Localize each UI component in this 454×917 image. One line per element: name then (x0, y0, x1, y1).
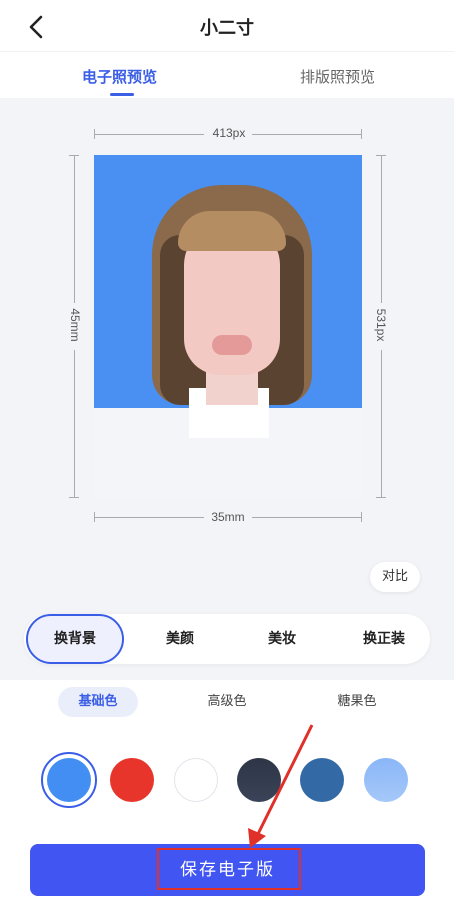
compare-button[interactable]: 对比 (370, 562, 420, 592)
tab-advanced-colors[interactable]: 高级色 (187, 687, 267, 717)
swatch-light-blue[interactable] (364, 758, 408, 802)
edit-tool-bar: 换背景 美颜 美妆 换正装 (24, 614, 430, 664)
dim-tick (361, 512, 362, 522)
width-px-label: 413px (212, 126, 246, 140)
tool-makeup[interactable]: 美妆 (242, 614, 322, 664)
dim-tick (361, 129, 362, 139)
dim-line (74, 350, 75, 498)
width-mm-label: 35mm (211, 510, 245, 524)
tab-electronic-preview[interactable]: 电子照预览 (82, 66, 157, 87)
dim-line (252, 134, 362, 135)
preview-tabs: 电子照预览 排版照预览 (0, 52, 454, 98)
tool-change-formal-wear[interactable]: 换正装 (344, 614, 424, 664)
tab-candy-colors[interactable]: 糖果色 (317, 687, 397, 717)
dim-line (252, 517, 362, 518)
header: 小二寸 (0, 0, 454, 52)
dim-line (381, 155, 382, 303)
height-mm-label: 45mm (68, 308, 82, 342)
tool-beauty[interactable]: 美颜 (140, 614, 220, 664)
tab-layout-preview[interactable]: 排版照预览 (300, 66, 375, 87)
id-photo-preview (94, 155, 362, 498)
dim-line (94, 517, 204, 518)
color-category-tabs: 基础色 高级色 糖果色 (0, 680, 454, 724)
highlight-box (157, 848, 301, 890)
swatch-red[interactable] (110, 758, 154, 802)
dim-line (381, 350, 382, 498)
dim-tick (69, 497, 79, 498)
dim-tick (376, 497, 386, 498)
tool-change-background[interactable]: 换背景 (26, 614, 124, 664)
swatch-blue[interactable] (47, 758, 91, 802)
swatch-dark-blue[interactable] (300, 758, 344, 802)
page-title: 小二寸 (200, 18, 254, 39)
dim-line (94, 134, 204, 135)
tab-basic-colors[interactable]: 基础色 (58, 687, 138, 717)
active-tab-indicator (110, 93, 134, 96)
swatch-white[interactable] (174, 758, 218, 802)
dim-line (74, 155, 75, 303)
height-px-label: 531px (374, 308, 388, 342)
swatch-dark-gray[interactable] (237, 758, 281, 802)
